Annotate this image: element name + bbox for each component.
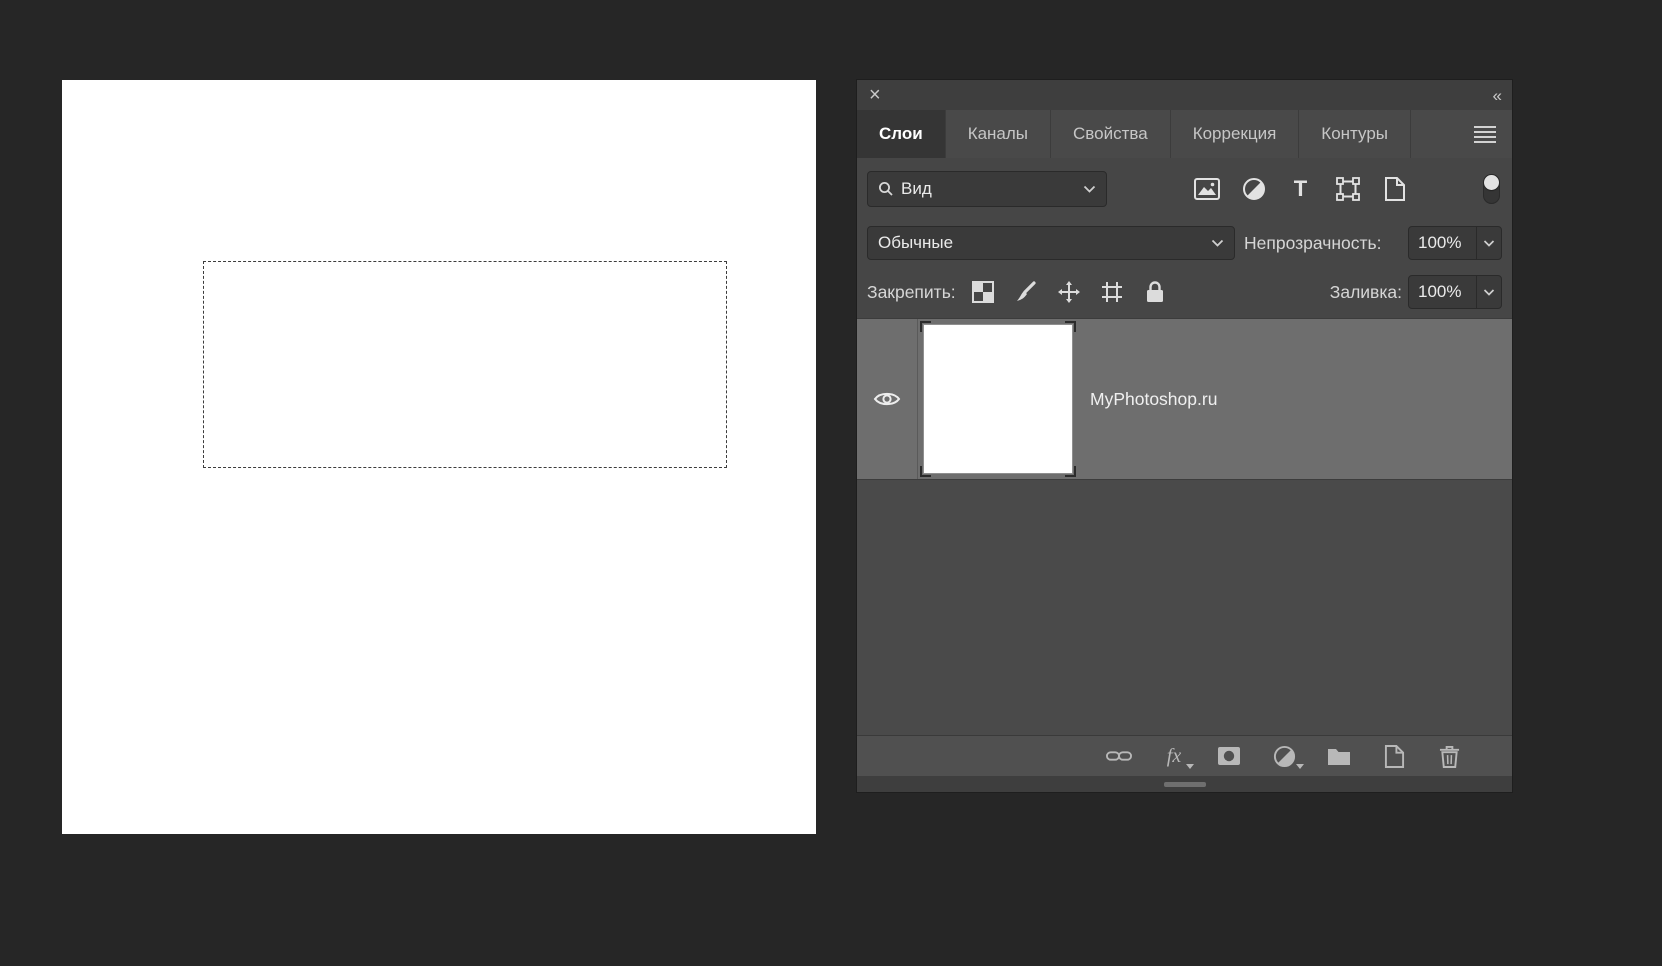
- artboard-icon: [1101, 281, 1123, 303]
- folder-icon: [1327, 746, 1351, 766]
- panel-tab-bar: Слои Каналы Свойства Коррекция Контуры: [857, 110, 1512, 158]
- blend-mode-value: Обычные: [878, 233, 953, 253]
- shape-icon: [1336, 177, 1360, 201]
- layers-bottom-toolbar: fx: [857, 735, 1512, 776]
- tab-adjustments[interactable]: Коррекция: [1171, 110, 1300, 158]
- lock-icon: [1145, 280, 1165, 304]
- new-layer-icon: [1384, 745, 1405, 768]
- adjustment-icon: [1242, 177, 1266, 201]
- layer-row[interactable]: MyPhotoshop.ru: [857, 318, 1512, 480]
- fill-label: Заливка:: [1330, 282, 1402, 303]
- chevron-down-icon: [1483, 240, 1495, 247]
- tab-layers[interactable]: Слои: [857, 110, 946, 158]
- lock-position-button[interactable]: [1056, 279, 1082, 305]
- panel-header: × «: [857, 80, 1512, 110]
- hamburger-menu-icon: [1474, 126, 1496, 143]
- brush-icon: [1014, 280, 1038, 304]
- thumbnail-corner-mark: [920, 466, 931, 477]
- filter-type-layers-button[interactable]: T: [1287, 176, 1314, 203]
- lock-fill-row: Закрепить:: [857, 266, 1512, 318]
- opacity-dropdown-button[interactable]: [1476, 227, 1501, 259]
- fill-field[interactable]: 100%: [1408, 275, 1502, 309]
- new-layer-button[interactable]: [1381, 743, 1407, 769]
- collapse-panel-icon[interactable]: «: [1493, 87, 1500, 104]
- filter-kind-value: Вид: [901, 179, 932, 199]
- filter-adjustment-layers-button[interactable]: [1240, 176, 1267, 203]
- resize-handle: [1164, 782, 1206, 787]
- chain-link-icon: [1106, 749, 1132, 763]
- document-canvas[interactable]: [62, 80, 816, 834]
- toggle-knob-icon: [1484, 175, 1499, 190]
- panel-menu-button[interactable]: [1458, 110, 1512, 158]
- filter-type-buttons: T: [1193, 176, 1408, 203]
- lock-transparency-button[interactable]: [970, 279, 996, 305]
- caret-down-icon: [1296, 764, 1304, 769]
- thumbnail-corner-mark: [1065, 466, 1076, 477]
- eye-icon: [873, 390, 901, 408]
- layer-list[interactable]: MyPhotoshop.ru: [857, 318, 1512, 735]
- layer-filter-row: Вид: [857, 158, 1512, 220]
- application-window: × « Слои Каналы Свойства Коррекция Конту…: [0, 0, 1662, 966]
- layer-thumbnail[interactable]: [918, 319, 1078, 479]
- layers-panel: × « Слои Каналы Свойства Коррекция Конту…: [857, 80, 1512, 792]
- type-icon: T: [1294, 178, 1307, 200]
- tab-paths[interactable]: Контуры: [1299, 110, 1411, 158]
- lock-artboard-nesting-button[interactable]: [1099, 279, 1125, 305]
- layer-visibility-button[interactable]: [857, 319, 918, 479]
- chevron-down-icon: [1483, 289, 1495, 296]
- lock-label: Закрепить:: [867, 282, 956, 303]
- blend-opacity-row: Обычные Непрозрачность: 100%: [857, 220, 1512, 266]
- search-icon: [878, 181, 894, 197]
- caret-down-icon: [1186, 764, 1194, 769]
- filter-shape-layers-button[interactable]: [1334, 176, 1361, 203]
- smart-object-icon: [1384, 177, 1406, 201]
- lock-pixels-button[interactable]: [1013, 279, 1039, 305]
- delete-layer-button[interactable]: [1436, 743, 1462, 769]
- panel-resize-strip[interactable]: [857, 776, 1512, 792]
- close-icon[interactable]: ×: [869, 85, 881, 105]
- trash-icon: [1439, 745, 1460, 768]
- chevron-down-icon: [1211, 239, 1224, 247]
- filter-pixel-layers-button[interactable]: [1193, 176, 1220, 203]
- thumbnail-corner-mark: [1065, 321, 1076, 332]
- fill-dropdown-button[interactable]: [1476, 276, 1501, 308]
- add-layer-mask-button[interactable]: [1216, 743, 1242, 769]
- layer-mask-icon: [1217, 746, 1241, 766]
- fill-value: 100%: [1409, 282, 1476, 302]
- adjustment-icon: [1273, 745, 1296, 768]
- image-icon: [1194, 178, 1220, 200]
- tab-properties[interactable]: Свойства: [1051, 110, 1171, 158]
- new-group-button[interactable]: [1326, 743, 1352, 769]
- filter-smart-objects-button[interactable]: [1381, 176, 1408, 203]
- blend-mode-dropdown[interactable]: Обычные: [867, 226, 1235, 260]
- marquee-selection: [203, 261, 727, 468]
- opacity-label: Непрозрачность:: [1244, 233, 1381, 254]
- new-adjustment-layer-button[interactable]: [1271, 743, 1297, 769]
- fx-icon: fx: [1167, 745, 1181, 768]
- layer-thumbnail-image: [924, 325, 1072, 473]
- link-layers-button[interactable]: [1106, 743, 1132, 769]
- opacity-field[interactable]: 100%: [1408, 226, 1502, 260]
- tab-channels[interactable]: Каналы: [946, 110, 1051, 158]
- layer-style-button[interactable]: fx: [1161, 743, 1187, 769]
- move-icon: [1057, 280, 1081, 304]
- chevron-down-icon: [1083, 185, 1096, 193]
- layer-name[interactable]: MyPhotoshop.ru: [1090, 319, 1217, 479]
- checkerboard-icon: [972, 281, 994, 303]
- thumbnail-corner-mark: [920, 321, 931, 332]
- layer-filter-toggle[interactable]: [1483, 174, 1500, 204]
- lock-buttons: [970, 279, 1168, 305]
- opacity-value: 100%: [1409, 233, 1476, 253]
- filter-kind-dropdown[interactable]: Вид: [867, 171, 1107, 207]
- lock-all-button[interactable]: [1142, 279, 1168, 305]
